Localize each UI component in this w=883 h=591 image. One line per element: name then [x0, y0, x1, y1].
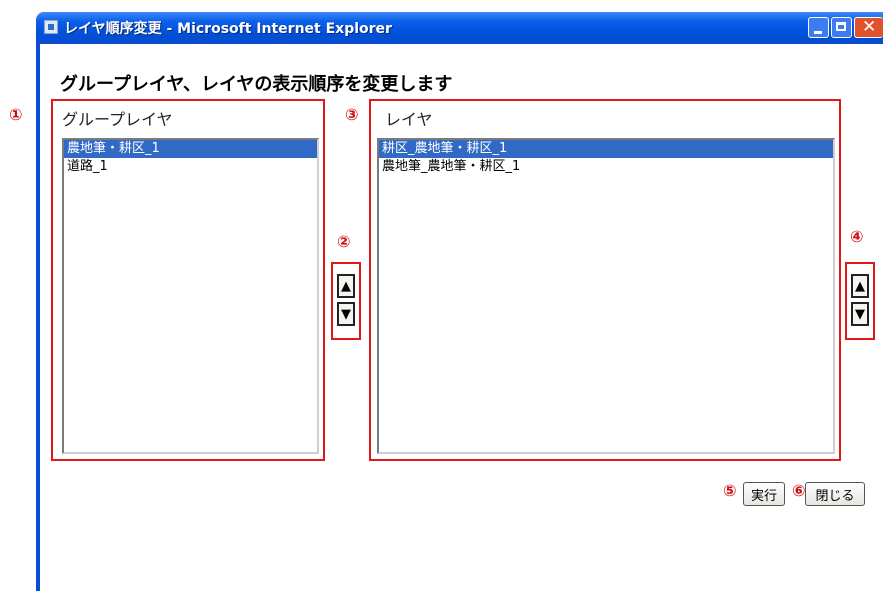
window-close-button[interactable]: ✕	[854, 17, 883, 38]
execute-button[interactable]: 実行	[743, 482, 785, 506]
window-title: レイヤ順序変更 - Microsoft Internet Explorer	[64, 21, 392, 37]
layer-move-down-button[interactable]: ▼	[851, 302, 869, 326]
annotation-marker-6: ⑥	[792, 481, 806, 500]
group-move-up-button[interactable]: ▲	[337, 274, 355, 298]
close-button[interactable]: 閉じる	[805, 482, 865, 506]
page-heading: グループレイヤ、レイヤの表示順序を変更します	[60, 74, 453, 95]
annotation-marker-3: ③	[345, 105, 359, 124]
layer-move-up-button[interactable]: ▲	[851, 274, 869, 298]
layer-option[interactable]: 耕区_農地筆・耕区_1	[379, 140, 833, 158]
annotation-marker-5: ⑤	[723, 481, 737, 500]
group-layer-label: グループレイヤ	[62, 110, 173, 129]
group-layer-option[interactable]: 農地筆・耕区_1	[64, 140, 317, 158]
minimize-button[interactable]	[808, 17, 829, 38]
group-layer-listbox[interactable]: 農地筆・耕区_1 道路_1	[62, 138, 319, 454]
layer-option[interactable]: 農地筆_農地筆・耕区_1	[379, 158, 833, 176]
layer-label: レイヤ	[385, 110, 433, 129]
annotation-marker-1: ①	[9, 105, 23, 124]
group-layer-option[interactable]: 道路_1	[64, 158, 317, 176]
close-icon: ✕	[862, 17, 877, 37]
group-move-down-button[interactable]: ▼	[337, 302, 355, 326]
window-icon	[44, 20, 58, 34]
layer-listbox[interactable]: 耕区_農地筆・耕区_1 農地筆_農地筆・耕区_1	[377, 138, 835, 454]
maximize-button[interactable]	[831, 17, 852, 38]
annotation-marker-2: ②	[337, 232, 351, 251]
annotation-marker-4: ④	[850, 227, 864, 246]
